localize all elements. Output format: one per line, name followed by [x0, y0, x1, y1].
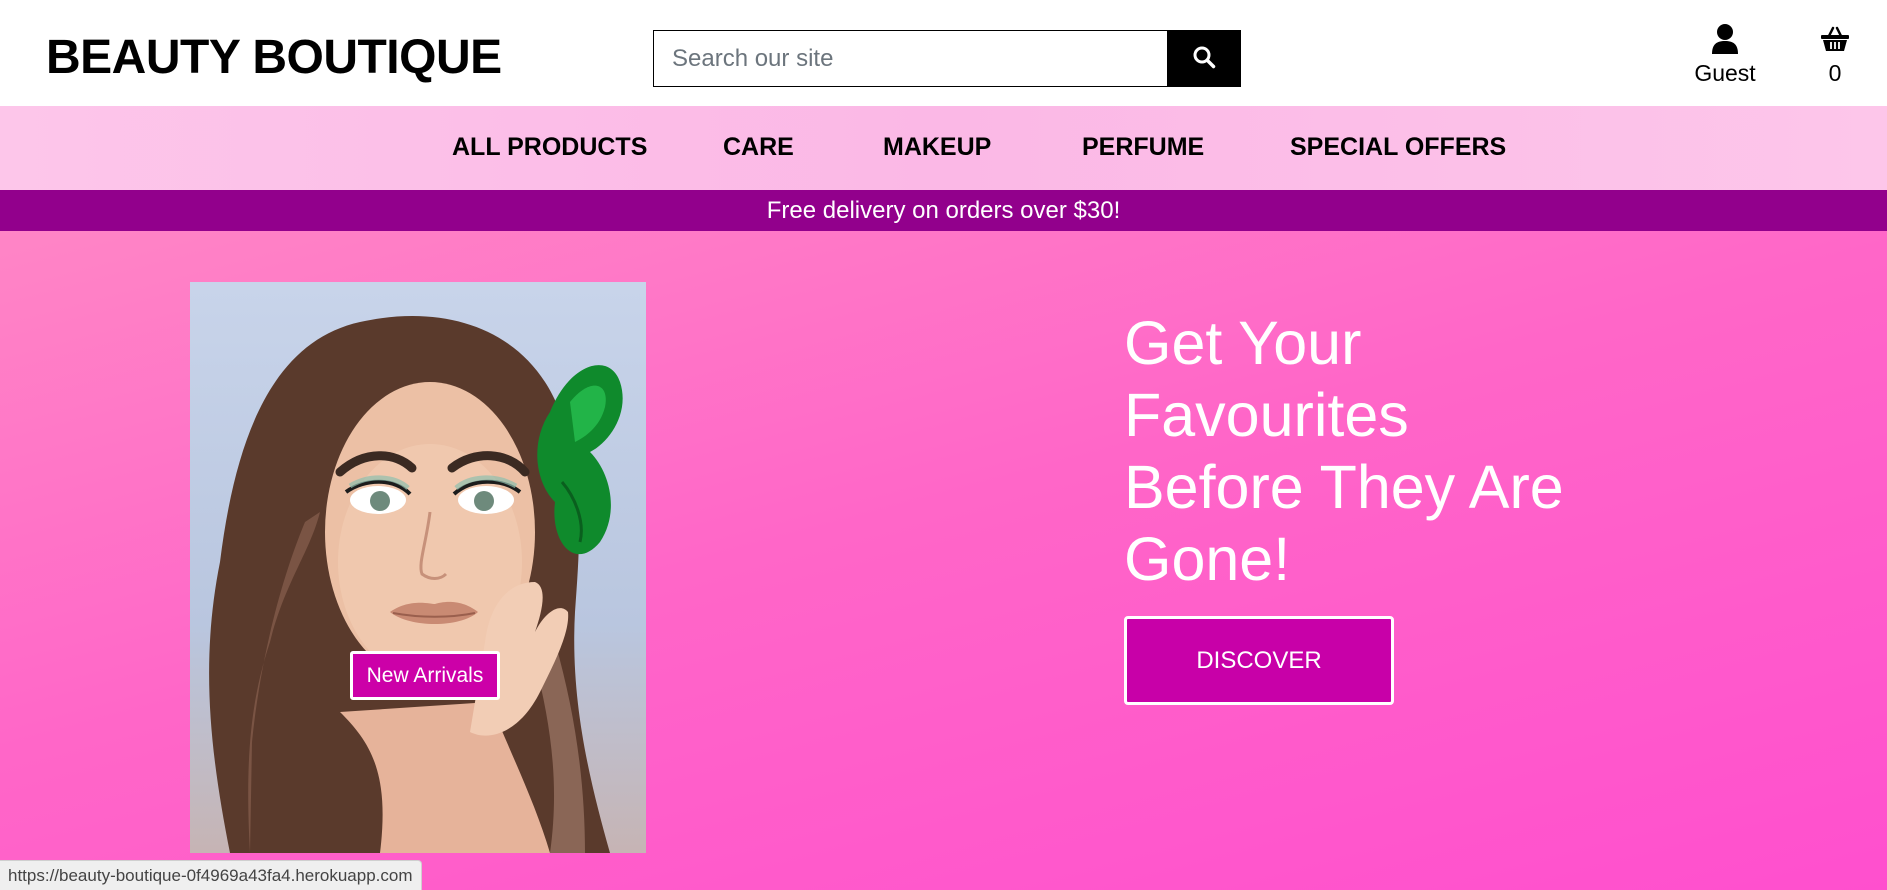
hero-headline-line-2: Favourites — [1124, 381, 1409, 449]
delivery-banner-text: Free delivery on orders over $30! — [766, 197, 1121, 224]
hero-headline-line-4: Gone! — [1124, 525, 1291, 593]
brand-logo[interactable]: BEAUTY BOUTIQUE — [46, 30, 502, 85]
basket-icon — [1810, 22, 1860, 56]
hero-headline-line-1: Get Your — [1124, 309, 1362, 377]
hero-headline-line-3: Before They Are — [1124, 453, 1564, 521]
nav-makeup[interactable]: MAKEUP — [883, 133, 991, 162]
account-link[interactable]: Guest — [1690, 22, 1760, 87]
nav-care[interactable]: CARE — [723, 133, 794, 162]
search-form — [653, 30, 1241, 87]
discover-button[interactable]: DISCOVER — [1124, 616, 1394, 705]
user-icon — [1690, 22, 1760, 56]
delivery-banner: Free delivery on orders over $30! — [0, 190, 1887, 231]
model-illustration — [209, 316, 623, 853]
search-button[interactable] — [1167, 30, 1241, 87]
search-icon — [1192, 45, 1216, 72]
new-arrivals-button[interactable]: New Arrivals — [350, 651, 500, 700]
nav-perfume[interactable]: PERFUME — [1082, 133, 1204, 162]
nav-all-products[interactable]: ALL PRODUCTS — [452, 133, 647, 162]
main-nav: ALL PRODUCTS CARE MAKEUP PERFUME SPECIAL… — [0, 106, 1887, 190]
cart-link[interactable]: 0 — [1810, 22, 1860, 87]
nav-special-offers[interactable]: SPECIAL OFFERS — [1290, 133, 1506, 162]
browser-status-url: https://beauty-boutique-0f4969a43fa4.her… — [0, 860, 422, 890]
cart-count: 0 — [1828, 60, 1842, 86]
site-header: BEAUTY BOUTIQUE Guest — [0, 0, 1887, 106]
hero-section: New Arrivals Get Your Favourites Before … — [0, 231, 1887, 890]
hero-model-photo — [190, 282, 646, 853]
account-label: Guest — [1694, 60, 1756, 86]
search-input[interactable] — [653, 30, 1167, 87]
hero-headline: Get Your Favourites Before They Are Gone… — [1124, 307, 1624, 595]
